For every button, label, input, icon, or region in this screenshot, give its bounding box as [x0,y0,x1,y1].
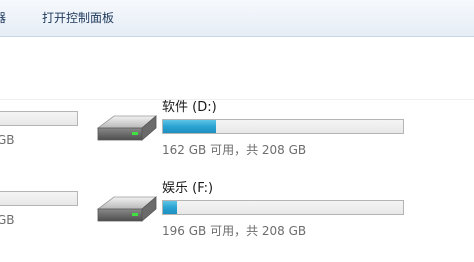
drive-free-text: 162 GB 可用，共 208 GB [162,143,307,157]
hard-drive-icon [96,196,158,222]
toolbar-item-partial[interactable]: 器 [0,9,6,26]
drives-pane: GB GB 软件 (D:) 162 GB 可用，共 208 GB 娱乐 (F:)… [0,37,474,262]
drive-usage-bar [0,111,78,126]
drive-name: 软件 (D:) [162,100,217,115]
drive-free-text: GB [0,133,15,147]
drive-free-text: 196 GB 可用，共 208 GB [162,224,307,238]
drive-name: 娱乐 (F:) [162,181,214,196]
drive-usage-fill [163,120,216,133]
drive-usage-bar [0,191,78,206]
hard-drive-icon [96,115,158,141]
drive-usage-bar [162,200,404,215]
drive-usage-bar [162,119,404,134]
command-bar: 器 打开控制面板 [0,0,474,37]
open-control-panel-button[interactable]: 打开控制面板 [42,9,114,26]
drive-free-text: GB [0,213,15,227]
drive-usage-fill [163,201,178,214]
divider [0,99,474,100]
